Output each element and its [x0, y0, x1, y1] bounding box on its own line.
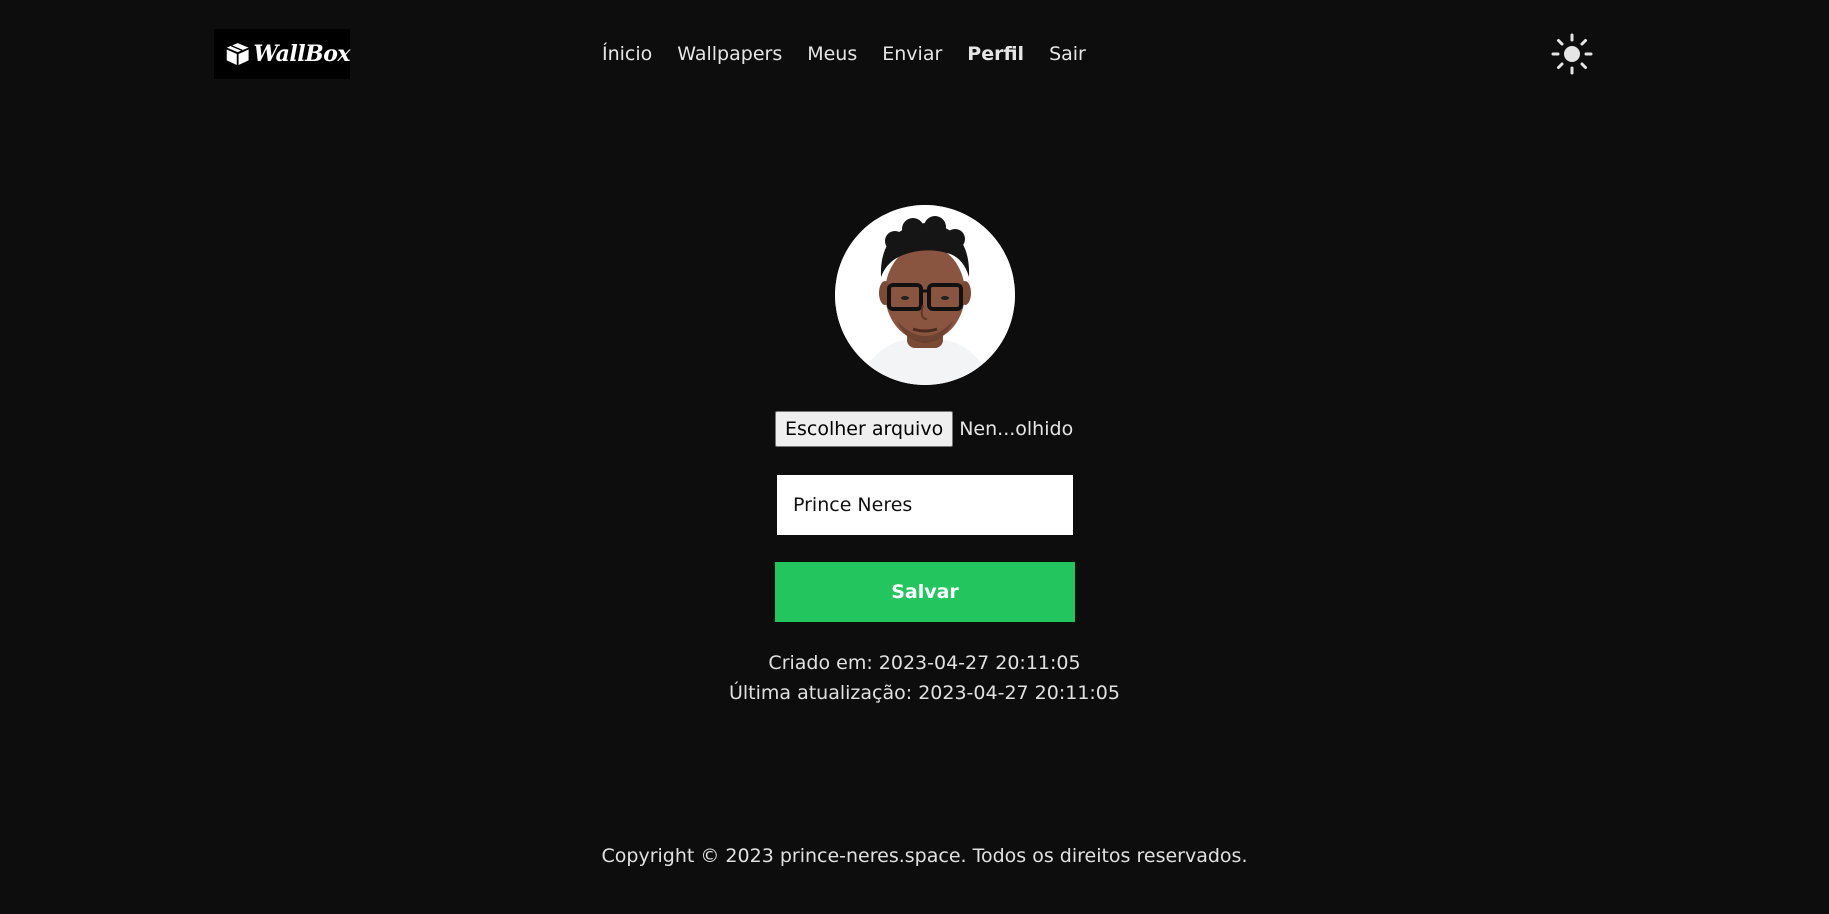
avatar	[835, 205, 1015, 385]
nav-sair[interactable]: Sair	[1049, 38, 1086, 70]
created-at: Criado em: 2023-04-27 20:11:05	[768, 652, 1081, 674]
updated-at: Última atualização: 2023-04-27 20:11:05	[728, 682, 1120, 704]
footer-copyright: Copyright © 2023 prince-neres.space. Tod…	[601, 845, 1248, 867]
name-input[interactable]	[777, 475, 1073, 535]
choose-file-button[interactable]: Escolher arquivo	[775, 411, 954, 447]
logo-text: WallBox	[253, 41, 350, 67]
logo[interactable]: WallBox	[214, 29, 350, 79]
profile-meta: Criado em: 2023-04-27 20:11:05 Última at…	[0, 648, 1829, 708]
save-button[interactable]: Salvar	[775, 562, 1075, 622]
avatar-photo	[835, 205, 1015, 385]
file-status: Nen...olhido	[959, 418, 1074, 440]
profile-page: WallBox Ínicio Wallpapers Meus Enviar Pe…	[0, 0, 1829, 914]
nav-inicio[interactable]: Ínicio	[602, 38, 652, 70]
nav-enviar[interactable]: Enviar	[882, 38, 942, 70]
file-chooser: Escolher arquivo Nen...olhido	[775, 411, 1073, 447]
nav-wallpapers[interactable]: Wallpapers	[677, 38, 782, 70]
theme-toggle-button[interactable]	[1550, 32, 1594, 76]
nav-perfil[interactable]: Perfil	[967, 38, 1024, 70]
nav-meus[interactable]: Meus	[807, 38, 857, 70]
sun-icon	[1551, 33, 1593, 75]
box-icon	[226, 43, 249, 65]
main-nav: Ínicio Wallpapers Meus Enviar Perfil Sai…	[602, 38, 1086, 70]
